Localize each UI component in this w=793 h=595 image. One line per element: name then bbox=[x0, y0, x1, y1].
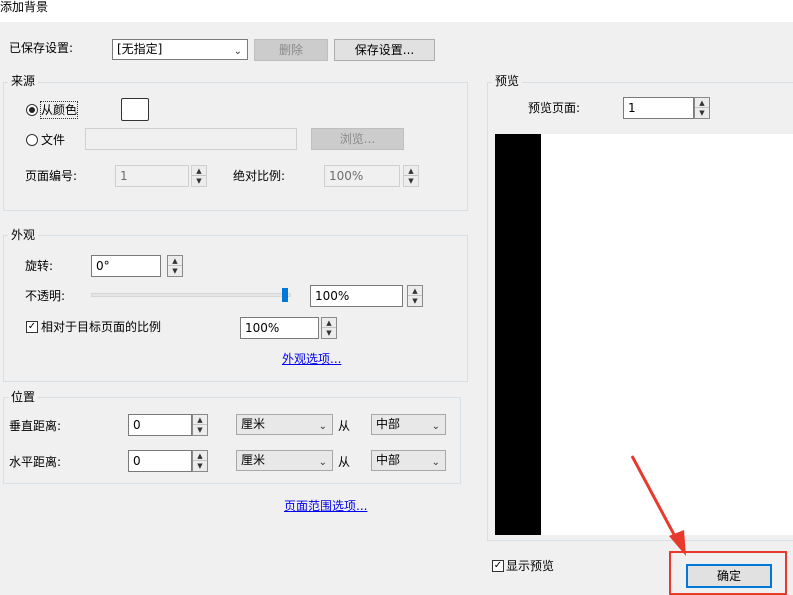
vertical-unit-value: 厘米 bbox=[241, 417, 266, 431]
absolute-scale-spinner[interactable]: ▲ ▼ bbox=[403, 165, 419, 187]
relative-scale-label: 相对于目标页面的比例 bbox=[41, 320, 162, 334]
opacity-slider-thumb[interactable] bbox=[282, 288, 288, 302]
checkmark-icon: ✓ bbox=[27, 321, 37, 332]
rotation-label: 旋转: bbox=[25, 259, 54, 273]
chevron-down-icon: ⌄ bbox=[233, 46, 242, 57]
spin-down-icon[interactable]: ▼ bbox=[193, 461, 207, 471]
position-group-title: 位置 bbox=[8, 390, 39, 404]
red-arrow-annotation bbox=[630, 455, 686, 556]
chevron-down-icon: ⌄ bbox=[431, 457, 440, 468]
opacity-input[interactable]: 100% bbox=[310, 285, 403, 307]
browse-button[interactable]: 浏览... bbox=[311, 128, 404, 150]
spin-down-icon[interactable]: ▼ bbox=[322, 328, 336, 338]
appearance-group bbox=[3, 235, 468, 382]
relative-scale-input[interactable]: 100% bbox=[240, 317, 319, 339]
spin-down-icon[interactable]: ▼ bbox=[193, 425, 207, 435]
from-color-radio[interactable] bbox=[26, 104, 38, 116]
spin-up-icon[interactable]: ▲ bbox=[322, 318, 336, 328]
chevron-down-icon: ⌄ bbox=[318, 421, 327, 432]
opacity-slider-track[interactable] bbox=[91, 293, 291, 297]
spin-up-icon[interactable]: ▲ bbox=[168, 256, 182, 266]
page-number-label: 页面编号: bbox=[25, 169, 78, 183]
vertical-unit-select[interactable]: 厘米 ⌄ bbox=[236, 414, 333, 435]
spin-up-icon[interactable]: ▲ bbox=[193, 451, 207, 461]
spin-down-icon[interactable]: ▼ bbox=[404, 176, 418, 186]
spin-down-icon[interactable]: ▼ bbox=[695, 108, 709, 118]
spin-down-icon[interactable]: ▼ bbox=[408, 296, 422, 306]
horizontal-unit-select[interactable]: 厘米 ⌄ bbox=[236, 450, 333, 471]
ok-button[interactable]: 确定 bbox=[686, 564, 772, 588]
vertical-anchor-select[interactable]: 中部 ⌄ bbox=[371, 414, 446, 435]
opacity-label: 不透明: bbox=[25, 289, 66, 303]
appearance-group-title: 外观 bbox=[8, 228, 39, 242]
page-number-spinner[interactable]: ▲ ▼ bbox=[191, 165, 207, 187]
horizontal-from-label: 从 bbox=[338, 455, 351, 469]
page-range-options-link[interactable]: 页面范围选项... bbox=[284, 497, 367, 514]
spin-up-icon[interactable]: ▲ bbox=[695, 98, 709, 108]
horizontal-unit-value: 厘米 bbox=[241, 453, 266, 467]
file-label: 文件 bbox=[41, 133, 66, 147]
horizontal-anchor-value: 中部 bbox=[376, 453, 401, 467]
opacity-spinner[interactable]: ▲ ▼ bbox=[407, 285, 423, 307]
color-swatch-button[interactable] bbox=[121, 98, 149, 121]
spin-up-icon[interactable]: ▲ bbox=[192, 166, 206, 176]
preview-page-spinner[interactable]: ▲ ▼ bbox=[694, 97, 710, 119]
spin-up-icon[interactable]: ▲ bbox=[404, 166, 418, 176]
relative-scale-spinner[interactable]: ▲ ▼ bbox=[321, 317, 337, 339]
dialog-title: 添加背景 bbox=[0, 0, 49, 14]
saved-settings-select[interactable]: [无指定] ⌄ bbox=[112, 39, 248, 60]
spin-up-icon[interactable]: ▲ bbox=[408, 286, 422, 296]
show-preview-label: 显示预览 bbox=[506, 559, 555, 573]
absolute-scale-label: 绝对比例: bbox=[233, 169, 286, 183]
absolute-scale-input[interactable]: 100% bbox=[324, 165, 400, 187]
vertical-distance-label: 垂直距离: bbox=[9, 419, 62, 433]
rotation-input[interactable]: 0° bbox=[91, 255, 161, 277]
save-settings-button[interactable]: 保存设置... bbox=[334, 39, 435, 61]
rotation-spinner[interactable]: ▲ ▼ bbox=[167, 255, 183, 277]
saved-settings-value: [无指定] bbox=[117, 42, 163, 56]
chevron-down-icon: ⌄ bbox=[318, 457, 327, 468]
horizontal-distance-spinner[interactable]: ▲ ▼ bbox=[192, 450, 208, 472]
chevron-down-icon: ⌄ bbox=[431, 421, 440, 432]
spin-down-icon[interactable]: ▼ bbox=[192, 176, 206, 186]
vertical-distance-spinner[interactable]: ▲ ▼ bbox=[192, 414, 208, 436]
horizontal-distance-label: 水平距离: bbox=[9, 455, 62, 469]
vertical-anchor-value: 中部 bbox=[376, 417, 401, 431]
title-bar bbox=[0, 0, 793, 22]
from-color-label: 从颜色 bbox=[39, 101, 79, 119]
spin-down-icon[interactable]: ▼ bbox=[168, 266, 182, 276]
preview-page-shadow bbox=[495, 134, 541, 535]
delete-button[interactable]: 删除 bbox=[254, 39, 328, 61]
vertical-from-label: 从 bbox=[338, 419, 351, 433]
relative-scale-checkbox[interactable]: ✓ bbox=[26, 321, 38, 333]
source-group-title: 来源 bbox=[8, 74, 39, 88]
show-preview-checkbox[interactable]: ✓ bbox=[492, 560, 504, 572]
horizontal-anchor-select[interactable]: 中部 ⌄ bbox=[371, 450, 446, 471]
preview-group-title: 预览 bbox=[492, 74, 523, 88]
file-path-input[interactable] bbox=[85, 128, 297, 150]
checkmark-icon: ✓ bbox=[493, 560, 503, 571]
saved-settings-label: 已保存设置: bbox=[9, 41, 74, 55]
appearance-options-link[interactable]: 外观选项... bbox=[282, 350, 341, 367]
horizontal-distance-input[interactable]: 0 bbox=[128, 450, 192, 472]
page-number-input[interactable]: 1 bbox=[115, 165, 189, 187]
preview-page-input[interactable]: 1 bbox=[623, 97, 694, 119]
vertical-distance-input[interactable]: 0 bbox=[128, 414, 192, 436]
spin-up-icon[interactable]: ▲ bbox=[193, 415, 207, 425]
preview-page-label: 预览页面: bbox=[528, 101, 581, 115]
file-radio[interactable] bbox=[26, 134, 38, 146]
